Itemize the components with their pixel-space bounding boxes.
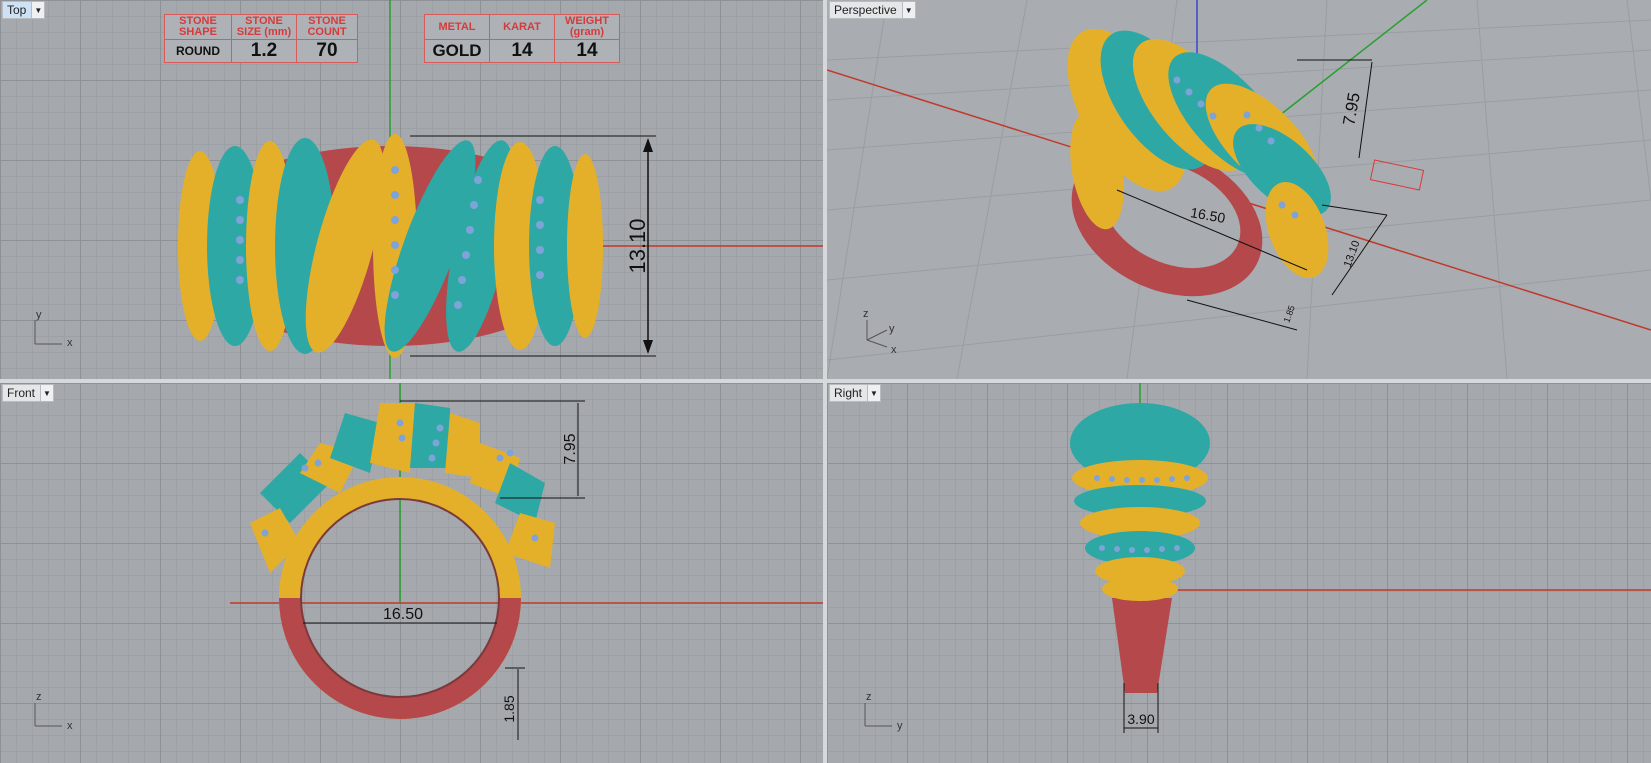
stone-count-header-2: COUNT bbox=[307, 26, 347, 38]
front-ring-view: 7.95 16.50 1.85 z x bbox=[34, 383, 823, 740]
persp-axis-z-label: z bbox=[863, 308, 869, 320]
stone-shape-header-2: SHAPE bbox=[179, 26, 217, 38]
chevron-down-icon[interactable]: ▼ bbox=[31, 2, 45, 18]
stone-shape-value: ROUND bbox=[164, 39, 232, 63]
stone-spec-table: STONE SHAPE STONE SIZE (mm) STONE COUNT ROU… bbox=[164, 14, 358, 63]
viewport-tab-top[interactable]: Top ▼ bbox=[2, 1, 46, 19]
chevron-down-icon[interactable]: ▼ bbox=[867, 385, 881, 401]
viewport-tab-right-label: Right bbox=[834, 386, 863, 400]
karat-header: KARAT bbox=[503, 20, 541, 33]
top-dimension-height: 13.10 bbox=[625, 218, 650, 273]
right-axis-y-label: y bbox=[897, 720, 903, 732]
viewport-tab-top-label: Top bbox=[7, 3, 27, 17]
viewport-divider-horizontal[interactable] bbox=[0, 379, 1651, 383]
viewport-perspective[interactable]: 7.95 16.50 13.10 1.85 z y x Perspective … bbox=[827, 0, 1651, 379]
persp-dimension-height: 7.95 bbox=[1339, 91, 1363, 127]
right-ring-view: 3.90 z y bbox=[864, 383, 1651, 733]
front-dimension-height: 7.95 bbox=[562, 433, 579, 464]
viewport-tab-front-label: Front bbox=[7, 386, 36, 400]
viewport-tab-perspective-label: Perspective bbox=[834, 3, 897, 17]
metal-value: GOLD bbox=[424, 39, 490, 63]
metal-spec-table: METAL KARAT WEIGHT (gram) GOLD 14 14 bbox=[424, 14, 620, 63]
front-axis-x-label: x bbox=[67, 720, 73, 732]
persp-axis-y-label: y bbox=[889, 323, 895, 335]
persp-dimension-depth: 13.10 bbox=[1342, 239, 1363, 269]
metal-header: METAL bbox=[438, 20, 476, 33]
persp-axis-x-label: x bbox=[891, 344, 897, 356]
viewport-right[interactable]: 3.90 z y Right ▼ bbox=[827, 383, 1651, 763]
karat-value: 14 bbox=[489, 39, 555, 63]
right-bands bbox=[1070, 403, 1210, 601]
top-axis-y-label: y bbox=[36, 309, 42, 321]
stone-size-header-2: SIZE (mm) bbox=[236, 26, 292, 38]
stone-count-value: 70 bbox=[296, 39, 358, 63]
front-dimension-width: 16.50 bbox=[383, 606, 423, 623]
weight-header-2: (gram) bbox=[569, 26, 605, 38]
top-bands bbox=[178, 134, 603, 358]
weight-value: 14 bbox=[554, 39, 620, 63]
viewport-front[interactable]: 7.95 16.50 1.85 z x Front ▼ bbox=[0, 383, 823, 763]
top-axis-x-label: x bbox=[67, 337, 73, 349]
perspective-ring-view: 7.95 16.50 13.10 1.85 z y x bbox=[827, 0, 1651, 379]
viewport-tab-right[interactable]: Right ▼ bbox=[829, 384, 882, 402]
top-ring-view: 13.10 y x bbox=[34, 0, 823, 379]
persp-spec-table-mark bbox=[1369, 159, 1425, 191]
persp-dimension-small: 1.85 bbox=[1281, 304, 1296, 324]
stone-size-value: 1.2 bbox=[231, 39, 297, 63]
right-axis-z-label: z bbox=[866, 691, 872, 703]
front-dimension-band: 1.85 bbox=[501, 695, 517, 722]
chevron-down-icon[interactable]: ▼ bbox=[901, 2, 915, 18]
viewport-top[interactable]: 13.10 y x STONE SHAPE STONE SIZE (mm) STON… bbox=[0, 0, 823, 379]
chevron-down-icon[interactable]: ▼ bbox=[40, 385, 54, 401]
right-dimension-band: 3.90 bbox=[1127, 711, 1154, 727]
viewport-tab-perspective[interactable]: Perspective ▼ bbox=[829, 1, 916, 19]
viewport-tab-front[interactable]: Front ▼ bbox=[2, 384, 55, 402]
front-axis-z-label: z bbox=[36, 691, 42, 703]
